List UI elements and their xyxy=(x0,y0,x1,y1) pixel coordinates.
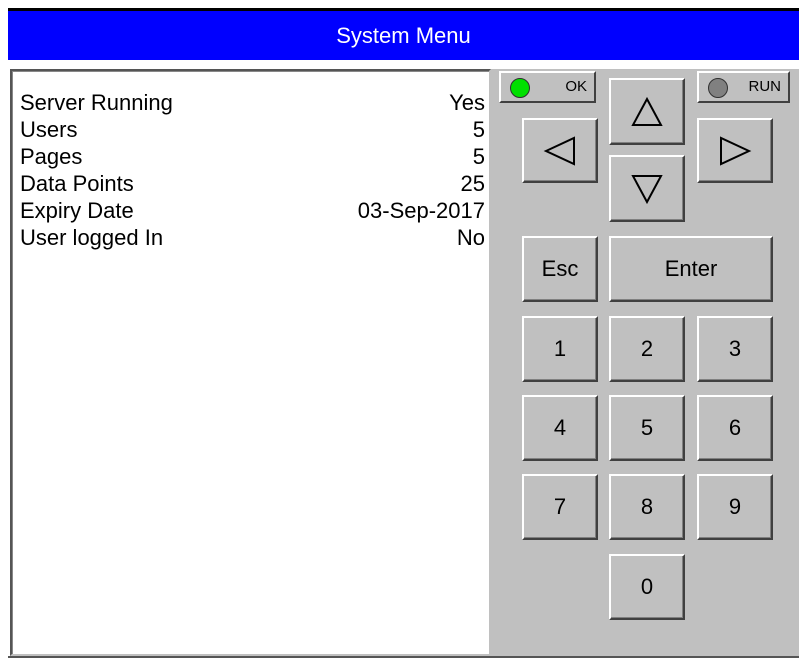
digit-9-button[interactable]: 9 xyxy=(697,474,773,540)
digit-5-button[interactable]: 5 xyxy=(609,395,685,461)
info-value: No xyxy=(456,225,485,250)
ok-indicator-label: OK xyxy=(565,78,587,95)
bottom-border xyxy=(8,656,799,658)
digit-6-button[interactable]: 6 xyxy=(697,395,773,461)
window-title: System Menu xyxy=(8,8,799,60)
digit-0-button[interactable]: 0 xyxy=(609,554,685,620)
digit-3-button[interactable]: 3 xyxy=(697,316,773,382)
ok-lamp-icon xyxy=(510,78,530,98)
digit-4-button[interactable]: 4 xyxy=(522,395,598,461)
digit-8-button[interactable]: 8 xyxy=(609,474,685,540)
esc-button[interactable]: Esc xyxy=(522,236,598,302)
run-lamp-icon xyxy=(708,78,728,98)
down-arrow-icon xyxy=(631,174,663,204)
right-arrow-button[interactable] xyxy=(697,118,773,183)
up-arrow-button[interactable] xyxy=(609,78,685,145)
left-arrow-icon xyxy=(543,135,575,166)
digit-1-button[interactable]: 1 xyxy=(522,316,598,382)
info-row-user-logged-in: User logged In No xyxy=(20,222,485,253)
ok-indicator: OK xyxy=(499,71,596,103)
digit-2-button[interactable]: 2 xyxy=(609,316,685,382)
up-arrow-icon xyxy=(631,96,663,126)
down-arrow-button[interactable] xyxy=(609,155,685,222)
run-indicator-label: RUN xyxy=(748,78,782,95)
digit-7-button[interactable]: 7 xyxy=(522,474,598,540)
enter-button[interactable]: Enter xyxy=(609,236,773,302)
right-arrow-icon xyxy=(720,135,752,166)
left-arrow-button[interactable] xyxy=(522,118,598,183)
info-screen: Server Running Yes Users 5 Pages 5 Data … xyxy=(10,69,491,656)
info-label: User logged In xyxy=(20,225,164,250)
run-indicator: RUN xyxy=(697,71,790,103)
